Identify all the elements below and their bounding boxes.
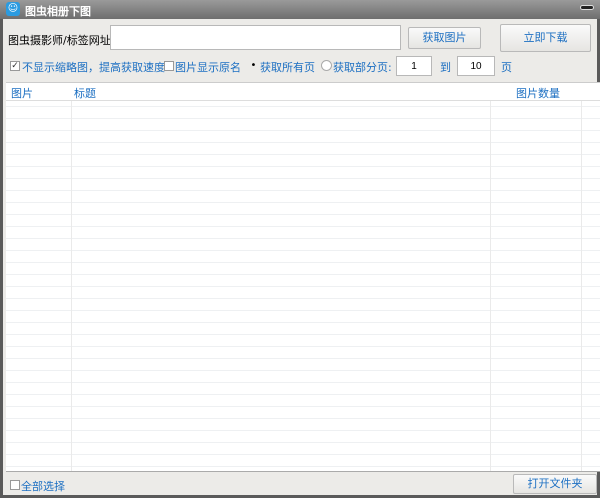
window-title: 图虫相册下图 [25,5,91,18]
title-bar: ☺ 图虫相册下图 [0,0,600,19]
column-header-title[interactable]: 标题 [74,85,96,101]
minimize-button[interactable] [580,5,594,10]
image-list-table[interactable]: 图片 标题 图片数量 [6,82,600,472]
app-window: ☺ 图虫相册下图 图虫摄影师/标签网址: 获取图片 立即下载 ✓ 不显示缩略图，… [0,0,600,498]
column-header-count[interactable]: 图片数量 [516,85,560,101]
select-all-checkbox[interactable] [10,480,20,490]
page-unit-label: 页 [501,61,512,74]
column-header-image[interactable]: 图片 [11,85,33,101]
download-now-button[interactable]: 立即下载 [500,24,591,52]
to-label: 到 [440,61,451,74]
partial-pages-radio[interactable] [321,60,332,71]
original-name-checkbox[interactable] [164,61,174,71]
table-header: 图片 标题 图片数量 [6,83,600,101]
partial-pages-label: 获取部分页: [333,61,392,74]
select-all-label: 全部选择 [21,480,65,493]
all-pages-radio[interactable]: • [248,60,259,71]
url-label: 图虫摄影师/标签网址: [8,34,115,47]
app-icon: ☺ [6,2,20,16]
no-thumbnail-label: 不显示缩略图，提高获取速度 [22,61,165,74]
fetch-images-button[interactable]: 获取图片 [408,27,481,49]
original-name-label: 图片显示原名 [175,61,241,74]
open-folder-button[interactable]: 打开文件夹 [513,474,597,494]
url-input[interactable] [110,25,401,50]
no-thumbnail-checkbox[interactable]: ✓ [10,61,20,71]
all-pages-label: 获取所有页 [260,61,315,74]
page-from-input[interactable] [396,56,432,76]
page-to-input[interactable] [457,56,495,76]
